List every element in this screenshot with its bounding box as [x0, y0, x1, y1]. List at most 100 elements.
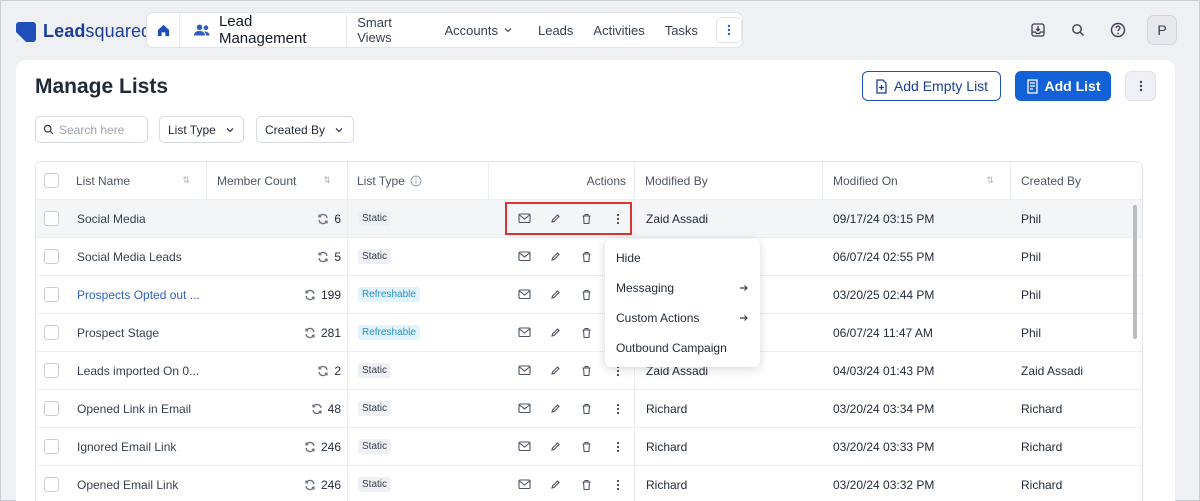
- row-more-button[interactable]: [602, 397, 633, 421]
- global-search-button[interactable]: [1061, 14, 1095, 46]
- modified-on-cell: 03/20/24 03:34 PM: [833, 390, 1011, 427]
- send-email-button[interactable]: [509, 397, 540, 421]
- list-name-cell[interactable]: Social Media Leads: [77, 238, 207, 275]
- row-checkbox[interactable]: [44, 325, 59, 340]
- nav-tasks[interactable]: Tasks: [655, 13, 708, 47]
- delete-list-button[interactable]: [571, 473, 602, 497]
- send-email-button[interactable]: [509, 207, 540, 231]
- header-member-count[interactable]: Member Count ⇅: [207, 162, 348, 199]
- menu-item-messaging[interactable]: Messaging: [605, 273, 760, 303]
- edit-list-button[interactable]: [540, 397, 571, 421]
- table-row[interactable]: Ignored Email Link 246 Static Richard 03/20/…: [36, 428, 1142, 466]
- header-created-by[interactable]: Created By: [1011, 162, 1142, 199]
- list-name-cell[interactable]: Leads imported On 0...: [77, 352, 207, 389]
- send-email-button[interactable]: [509, 283, 540, 307]
- delete-list-button[interactable]: [571, 245, 602, 269]
- row-checkbox[interactable]: [44, 477, 59, 492]
- select-all-checkbox[interactable]: [44, 173, 59, 188]
- table-row[interactable]: Social Media Leads 5 Static 06/07/24 02:55 …: [36, 238, 1142, 276]
- nav-accounts[interactable]: Accounts: [435, 13, 522, 47]
- table-row[interactable]: Leads imported On 0... 2 Static Zaid Assadi…: [36, 352, 1142, 390]
- delete-list-button[interactable]: [571, 283, 602, 307]
- header-modified-on[interactable]: Modified On ⇅: [823, 162, 1011, 199]
- table-row[interactable]: Prospects Opted out ... 199 Refreshable 03/…: [36, 276, 1142, 314]
- row-checkbox[interactable]: [44, 401, 59, 416]
- table-scrollbar[interactable]: [1133, 205, 1137, 339]
- menu-item-hide[interactable]: Hide: [605, 243, 760, 273]
- row-more-button[interactable]: [602, 435, 633, 459]
- edit-list-button[interactable]: [540, 321, 571, 345]
- delete-list-button[interactable]: [571, 207, 602, 231]
- list-name[interactable]: Social Media: [77, 212, 146, 226]
- row-checkbox[interactable]: [44, 249, 59, 264]
- list-name-cell[interactable]: Opened Link in Email: [77, 390, 207, 427]
- created-by-filter[interactable]: Created By: [256, 116, 354, 143]
- list-name[interactable]: Prospect Stage: [77, 326, 159, 340]
- more-options-button[interactable]: [1125, 71, 1156, 101]
- delete-list-button[interactable]: [571, 359, 602, 383]
- add-list-button[interactable]: Add List: [1015, 71, 1111, 101]
- nav-leads[interactable]: Leads: [522, 13, 583, 47]
- menu-item-custom-actions[interactable]: Custom Actions: [605, 303, 760, 333]
- row-more-button[interactable]: [602, 473, 633, 497]
- list-name[interactable]: Opened Link in Email: [77, 402, 191, 416]
- search-input[interactable]: [59, 122, 139, 137]
- edit-list-button[interactable]: [540, 435, 571, 459]
- refresh-icon: [305, 479, 315, 490]
- edit-list-button[interactable]: [540, 359, 571, 383]
- delete-list-button[interactable]: [571, 397, 602, 421]
- list-name-cell[interactable]: Social Media: [77, 200, 207, 237]
- header-actions-label: Actions: [586, 173, 626, 188]
- list-name[interactable]: Ignored Email Link: [77, 440, 176, 454]
- send-email-button[interactable]: [509, 321, 540, 345]
- table-row[interactable]: Opened Email Link 246 Static Richard 03/20/2…: [36, 466, 1142, 501]
- user-avatar[interactable]: P: [1147, 15, 1177, 45]
- edit-list-button[interactable]: [540, 245, 571, 269]
- nav-smart-views[interactable]: Smart Views: [347, 13, 434, 47]
- send-email-button[interactable]: [509, 245, 540, 269]
- table-row[interactable]: Opened Link in Email 48 Static Richard 03/20…: [36, 390, 1142, 428]
- list-name-cell[interactable]: Opened Email Link: [77, 466, 207, 501]
- add-empty-list-button[interactable]: Add Empty List: [862, 71, 1001, 101]
- list-type-filter[interactable]: List Type: [159, 116, 244, 143]
- list-name[interactable]: Prospects Opted out ...: [77, 288, 200, 302]
- list-name-cell[interactable]: Prospects Opted out ...: [77, 276, 207, 313]
- downloads-button[interactable]: [1021, 14, 1055, 46]
- list-type-cell: Static: [358, 200, 489, 237]
- help-button[interactable]: [1101, 14, 1135, 46]
- list-name-cell[interactable]: Prospect Stage: [77, 314, 207, 351]
- send-email-button[interactable]: [509, 359, 540, 383]
- module-switcher[interactable]: Lead Management: [180, 13, 348, 47]
- row-checkbox[interactable]: [44, 287, 59, 302]
- list-name[interactable]: Social Media Leads: [77, 250, 182, 264]
- row-checkbox[interactable]: [44, 363, 59, 378]
- kebab-icon: [616, 441, 619, 452]
- row-checkbox[interactable]: [44, 211, 59, 226]
- search-box[interactable]: [35, 116, 148, 143]
- list-name[interactable]: Leads imported On 0...: [77, 364, 199, 378]
- member-count: 2: [334, 363, 341, 378]
- home-button[interactable]: [147, 13, 181, 47]
- edit-list-button[interactable]: [540, 207, 571, 231]
- list-name[interactable]: Opened Email Link: [77, 478, 178, 492]
- delete-list-button[interactable]: [571, 321, 602, 345]
- nav-activities[interactable]: Activities: [583, 13, 654, 47]
- table-row[interactable]: Prospect Stage 281 Refreshable 06/07/24 11:…: [36, 314, 1142, 352]
- info-icon[interactable]: [410, 175, 422, 187]
- list-name-cell[interactable]: Ignored Email Link: [77, 428, 207, 465]
- edit-list-button[interactable]: [540, 473, 571, 497]
- header-modified-by[interactable]: Modified By: [635, 162, 823, 199]
- brand-logo[interactable]: Leadsquared: [16, 21, 151, 42]
- row-checkbox[interactable]: [44, 439, 59, 454]
- delete-list-button[interactable]: [571, 435, 602, 459]
- send-email-button[interactable]: [509, 473, 540, 497]
- nav-more-button[interactable]: [715, 17, 742, 43]
- modified-on: 03/20/24 03:32 PM: [833, 477, 935, 492]
- table-row[interactable]: Social Media 6 Static Zaid Assadi 09/17/24 0…: [36, 200, 1142, 238]
- edit-list-button[interactable]: [540, 283, 571, 307]
- modified-by: Richard: [646, 439, 688, 454]
- header-list-name[interactable]: List Name ⇅: [76, 162, 207, 199]
- row-more-button[interactable]: [602, 207, 633, 231]
- menu-item-outbound-campaign[interactable]: Outbound Campaign: [605, 333, 760, 363]
- send-email-button[interactable]: [509, 435, 540, 459]
